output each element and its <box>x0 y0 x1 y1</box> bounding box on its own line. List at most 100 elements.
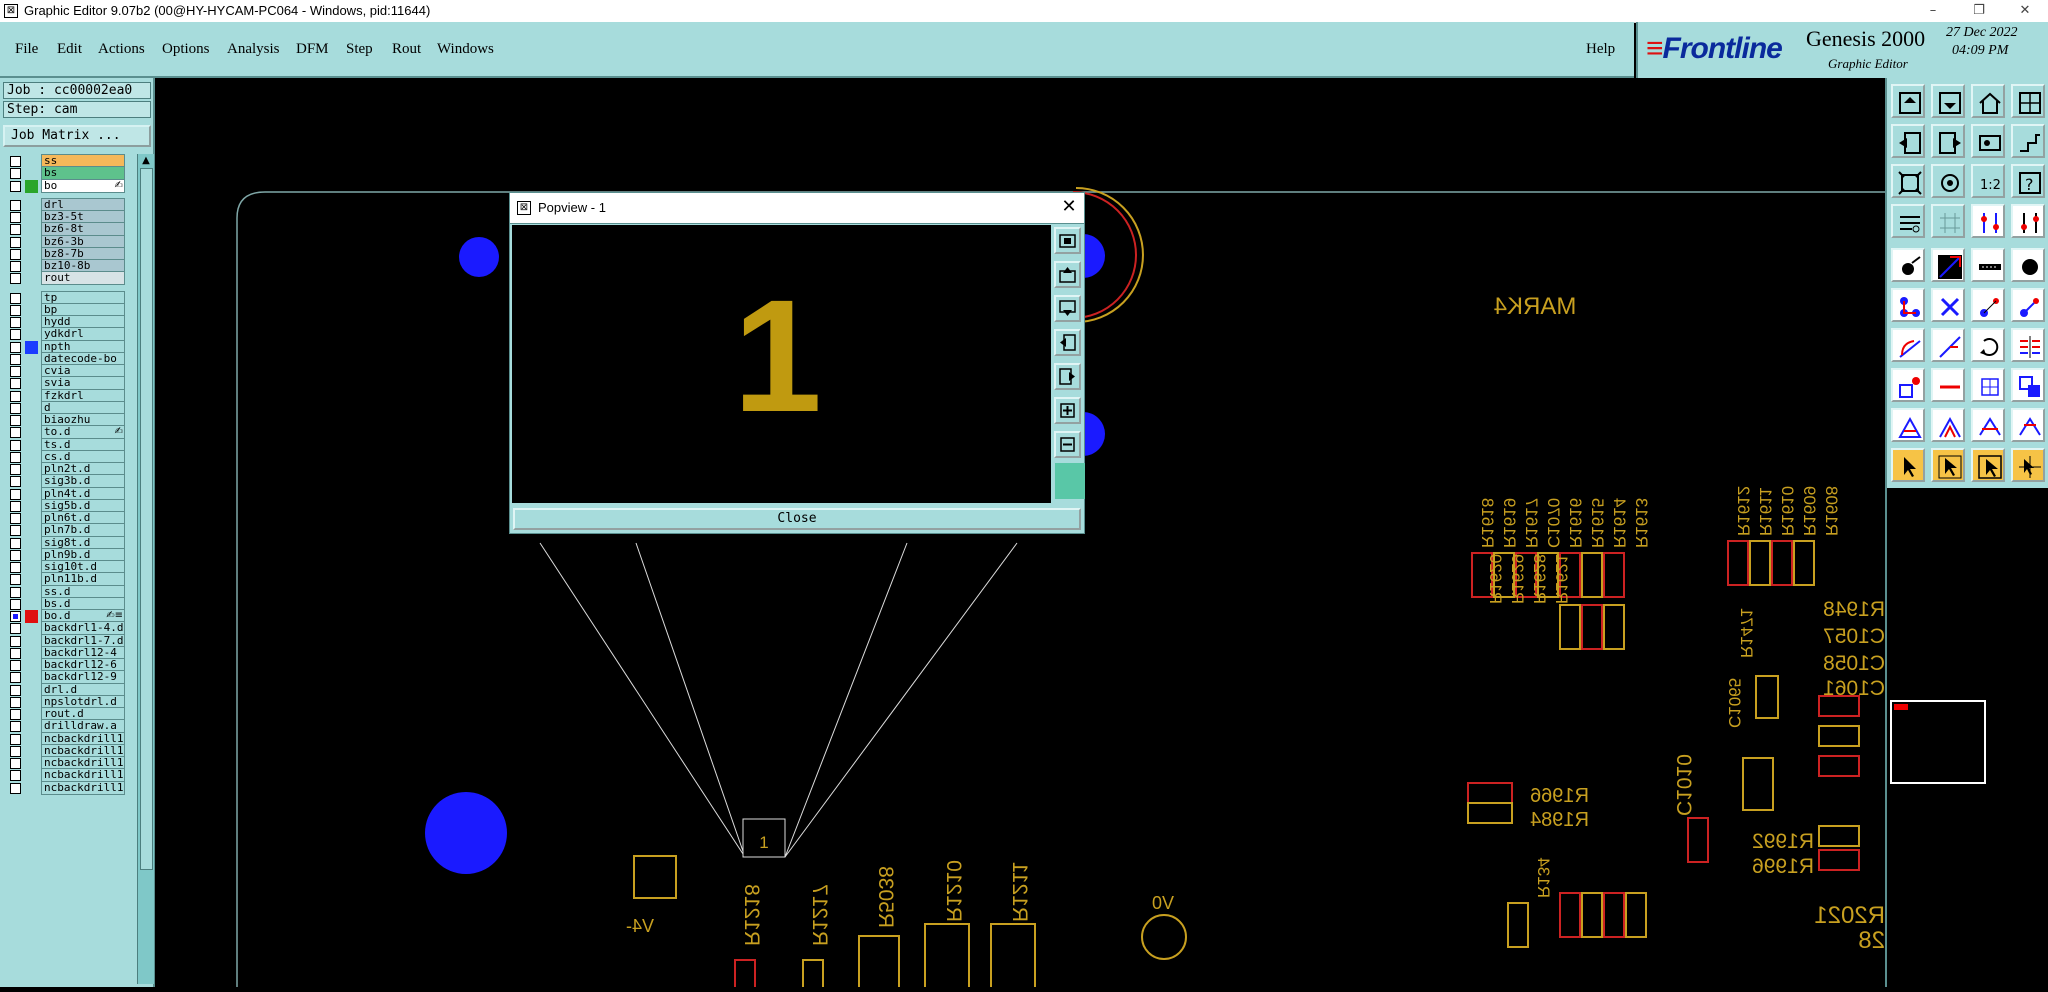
scroll-up-icon[interactable]: ▲ <box>138 154 154 168</box>
grid-toggle-tool-button[interactable] <box>1931 204 1965 238</box>
popview-zoom-in-button[interactable] <box>1054 397 1081 424</box>
menu-rout[interactable]: Rout <box>392 41 421 58</box>
connect-tool-button[interactable] <box>1971 288 2005 322</box>
cross-tool-button[interactable] <box>1931 288 1965 322</box>
arc-tool-button[interactable] <box>1891 328 1925 362</box>
popview-display[interactable]: 1 <box>512 225 1051 503</box>
job-matrix-button[interactable]: Job Matrix ... <box>3 125 151 147</box>
restore-button[interactable]: ❐ <box>1956 0 2002 22</box>
menu-file[interactable]: File <box>15 41 38 58</box>
move-tool-button[interactable] <box>1971 368 2005 402</box>
save-tool-button[interactable] <box>1931 84 1965 118</box>
copy-icon <box>2019 376 2040 397</box>
pointer-box-tool-button[interactable] <box>1971 448 2005 482</box>
dash-tool-button[interactable] <box>1971 248 2005 282</box>
popview-pan-right-button[interactable] <box>1054 363 1081 390</box>
node-tool-button[interactable] <box>1891 288 1925 322</box>
delta-alt-tool-button[interactable] <box>1931 408 1965 442</box>
select-pad-tool-button[interactable] <box>1891 368 1925 402</box>
layer-name[interactable]: bo <box>41 178 125 193</box>
copy-tool-button[interactable] <box>2011 368 2045 402</box>
layer-name[interactable]: rout <box>41 271 125 286</box>
popview-zoom-home-button[interactable] <box>1054 227 1081 254</box>
menu-windows[interactable]: Windows <box>437 41 494 58</box>
fit-tool-button[interactable] <box>1891 164 1925 198</box>
layer-checkbox[interactable] <box>10 180 21 192</box>
popview-pan-left-button[interactable] <box>1054 329 1081 356</box>
link-tool-button[interactable] <box>2011 288 2045 322</box>
popview-pan-up-button[interactable] <box>1054 261 1081 288</box>
rotate-tool-button[interactable] <box>1971 328 2005 362</box>
label-v4: V4- <box>626 916 654 936</box>
layer-checkbox[interactable] <box>10 273 21 285</box>
home-tool-button[interactable] <box>1971 84 2005 118</box>
layer-row[interactable]: rout <box>3 271 127 286</box>
window-title-bar: ⊠ Graphic Editor 9.07b2 (00@HY-HYCAM-PC0… <box>0 0 2048 23</box>
line-tool-button[interactable] <box>1931 248 1965 282</box>
popview-dialog[interactable]: ⊠ Popview - 1 ✕ 1 Close <box>509 192 1085 534</box>
fit-icon <box>1898 171 1922 195</box>
popview-close-icon[interactable]: ✕ <box>1058 196 1080 218</box>
route-alt-tool-button[interactable] <box>2011 204 2045 238</box>
menu-help[interactable]: Help <box>1586 41 1615 58</box>
menu-edit[interactable]: Edit <box>57 41 82 58</box>
layer-row[interactable]: ncbackdrill1 <box>3 780 127 796</box>
scale-tool-button[interactable]: 1:2 <box>1971 164 2005 198</box>
popview-pan-down-button[interactable] <box>1054 295 1081 322</box>
help-tool-button[interactable]: ? <box>2011 164 2045 198</box>
minimize-button[interactable]: – <box>1910 0 1956 22</box>
window-close-button[interactable]: ✕ <box>2002 0 2048 22</box>
layer-list-scrollbar[interactable]: ▲ <box>137 154 154 984</box>
slash-tool-button[interactable] <box>1931 328 1965 362</box>
popview-title-bar[interactable]: ⊠ Popview - 1 ✕ <box>510 193 1084 224</box>
scrollbar-thumb[interactable] <box>140 168 153 870</box>
export-tool-button[interactable] <box>1931 124 1965 158</box>
mirror-tool-button[interactable] <box>2011 328 2045 362</box>
frontline-logo: ≡Frontline <box>1646 32 1783 65</box>
snap-tool-button[interactable] <box>1971 124 2005 158</box>
menu-actions[interactable]: Actions <box>98 41 145 58</box>
popview-zoom-out-button[interactable] <box>1054 431 1081 458</box>
arc-icon <box>1899 340 1921 358</box>
connect-icon <box>1980 298 1999 317</box>
import-tool-button[interactable] <box>1891 124 1925 158</box>
triangle-alt-tool-button[interactable] <box>2011 408 2045 442</box>
pad <box>1141 914 1187 960</box>
route-icon <box>1981 213 1999 233</box>
layer-name[interactable]: ncbackdrill1 <box>41 780 125 795</box>
layer-color-swatch[interactable] <box>25 179 38 193</box>
grid-tool-button[interactable] <box>2011 84 2045 118</box>
step-tool-button[interactable] <box>2011 124 2045 158</box>
menu-step[interactable]: Step <box>346 41 373 58</box>
route-tool-button[interactable] <box>1971 204 2005 238</box>
popview-scrollbar[interactable] <box>1055 463 1085 499</box>
open-job-tool-button[interactable] <box>1891 84 1925 118</box>
layer-row[interactable]: bo ✍ <box>3 178 127 194</box>
pointer-move-tool-button[interactable] <box>2011 448 2045 482</box>
delta-tool-button[interactable] <box>1891 408 1925 442</box>
grid-icon <box>2019 92 2041 114</box>
label-r1984: R1984 <box>1530 809 1589 831</box>
pad-tool-button[interactable] <box>1891 248 1925 282</box>
job-field: Job : cc00002ea0 <box>3 82 151 99</box>
minus-tool-button[interactable] <box>1931 368 1965 402</box>
pointer-tool-button[interactable] <box>1891 448 1925 482</box>
zoom-home-icon <box>1059 234 1076 248</box>
menu-dfm[interactable]: DFM <box>296 41 329 58</box>
center-tool-button[interactable] <box>1931 164 1965 198</box>
measure-tool-button[interactable] <box>1891 204 1925 238</box>
menu-analysis[interactable]: Analysis <box>227 41 280 58</box>
popview-close-button[interactable]: Close <box>513 508 1081 530</box>
label-r1614: R1614 <box>1610 498 1629 548</box>
layer-checkbox[interactable] <box>10 782 21 794</box>
triangle-tool-button[interactable] <box>1971 408 2005 442</box>
circle-tool-button[interactable] <box>2011 248 2045 282</box>
menu-options[interactable]: Options <box>162 41 210 58</box>
pointer-select-tool-button[interactable] <box>1931 448 1965 482</box>
label-r1612: R1612 <box>1734 486 1753 536</box>
label-r134: R134 <box>1534 857 1553 898</box>
move-icon <box>1981 378 1999 396</box>
step-field: Step: cam <box>3 101 151 118</box>
overview-minimap[interactable] <box>1890 700 1986 784</box>
zoom-line <box>539 542 746 858</box>
